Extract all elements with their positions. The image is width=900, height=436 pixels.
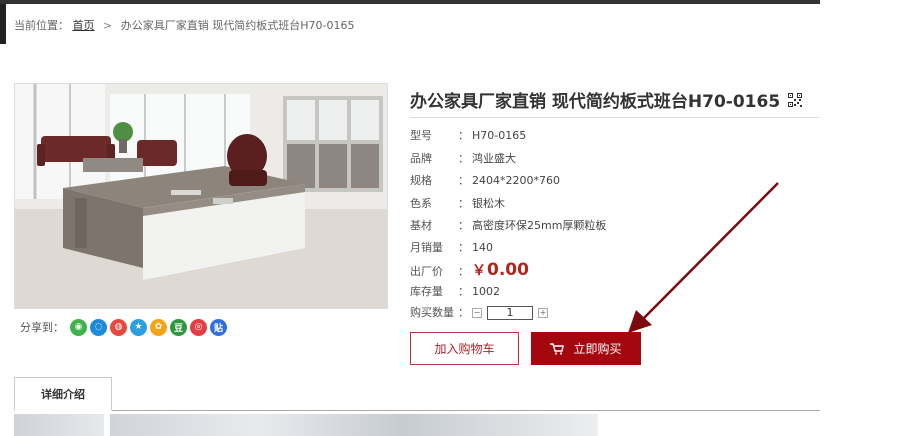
tab-detail-label: 详细介绍 [41,388,85,401]
tab-divider [14,410,820,411]
spec-label: 月销量 [410,241,443,254]
tab-detail[interactable]: 详细介绍 [14,377,112,411]
douban-icon[interactable]: 豆 [170,318,187,336]
detail-image [110,414,598,436]
price-label: 出厂价 [410,265,443,278]
detail-image-left [14,414,104,436]
breadcrumb-home-link[interactable]: 首页 [73,19,95,32]
breadcrumb-separator: > [103,19,113,32]
add-to-cart-label: 加入购物车 [434,342,495,356]
spec-colon: ： [458,197,469,210]
spec-colon: ： [458,285,469,298]
qq-space-icon[interactable]: ★ [130,318,147,336]
stock-label: 库存量 [410,285,443,298]
shopping-cart-icon [550,342,565,355]
product-title: 办公家具厂家直销 现代简约板式班台H70-0165 [410,87,803,112]
renren-icon[interactable]: ◎ [190,318,207,336]
spec-row-price: 出厂价 ： ￥0.00 [410,260,529,280]
spec-colon: ： [458,241,469,254]
spec-value: 鸿业盛大 [472,152,516,165]
spec-colon: ： [458,129,469,142]
spec-value: H70-0165 [472,129,527,142]
spec-row-quantity: 购买数量 ： −1 + [410,305,548,321]
qr-code-icon[interactable] [788,92,803,107]
spec-value: 2404*2200*760 [472,174,560,187]
quantity-input[interactable]: 1 [487,306,533,320]
top-bar [0,0,820,4]
quantity-label: 购买数量 [410,306,454,319]
spec-row-monthly-sales: 月销量 ： 140 [410,240,493,256]
spec-row-color: 色系 ：银松木 [410,196,505,212]
spec-colon: ： [458,306,469,319]
wechat-icon[interactable]: ◉ [70,318,87,336]
price-value: ￥0.00 [472,260,529,280]
spec-row-size: 规格 ： 2404*2200*760 [410,173,560,189]
tieba-icon[interactable]: 贴 [210,318,227,336]
weibo-icon[interactable]: ◍ [110,318,127,336]
quantity-stepper: −1 + [472,306,548,320]
spec-row-model: 型号 ： H70-0165 [410,128,526,144]
quantity-minus-button[interactable]: − [472,308,482,318]
spec-label: 色系 [410,197,432,210]
title-divider [410,117,820,118]
breadcrumb: 当前位置： 首页 > 办公家具厂家直销 现代简约板式班台H70-0165 [14,17,354,33]
spec-colon: ： [458,174,469,187]
buy-now-label: 立即购买 [573,342,622,356]
pengyou-icon[interactable]: ✿ [150,318,167,336]
office-desk-photo [15,84,387,308]
qzone-icon[interactable]: ◌ [90,318,107,336]
spec-value: 高密度环保25mm厚颗粒板 [472,219,607,232]
price-currency: ￥ [472,263,486,279]
breadcrumb-current: 办公家具厂家直销 现代简约板式班台H70-0165 [120,19,355,32]
spec-row-brand: 品牌 ：鸿业盛大 [410,151,516,167]
spec-row-stock: 库存量 ： 1002 [410,284,500,300]
product-title-text: 办公家具厂家直销 现代简约板式班台H70-0165 [410,92,781,112]
spec-value: 银松木 [472,197,505,210]
spec-label: 型号 [410,129,432,142]
share-bar: 分享到： ◉ ◌ ◍ ★ ✿ 豆 ◎ 贴 [20,318,230,336]
spec-label: 品牌 [410,152,432,165]
spec-colon: ： [458,265,469,278]
spec-colon: ： [458,219,469,232]
spec-label: 基材 [410,219,432,232]
left-edge-mark [0,4,6,44]
breadcrumb-label: 当前位置： [14,19,69,32]
spec-value: 140 [472,241,493,254]
quantity-plus-button[interactable]: + [538,308,548,318]
spec-colon: ： [458,152,469,165]
stock-value: 1002 [472,285,500,298]
product-image[interactable] [14,83,388,309]
price-amount: 0.00 [487,260,529,280]
buy-now-button[interactable]: 立即购买 [531,332,641,365]
spec-label: 规格 [410,174,432,187]
spec-row-material: 基材 ：高密度环保25mm厚颗粒板 [410,218,606,234]
add-to-cart-button[interactable]: 加入购物车 [410,332,519,365]
share-label: 分享到： [20,321,64,334]
